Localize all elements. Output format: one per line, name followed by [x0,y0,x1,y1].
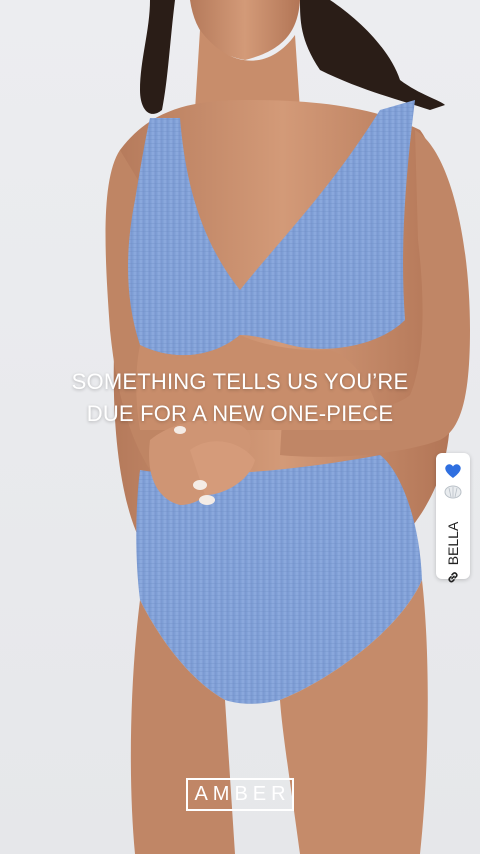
brand-logo: AMBER [186,778,294,811]
headline-line-2: DUE FOR A NEW ONE-PIECE [86,401,394,426]
product-tag-text: BELLA [445,522,461,585]
story-frame: SOMETHING TELLS US YOU’RE DUE FOR A NEW … [0,0,480,854]
product-tag-label: BELLA [445,521,461,566]
headline: SOMETHING TELLS US YOU’RE DUE FOR A NEW … [0,366,480,430]
shell-icon [444,485,462,499]
blue-heart-icon [445,464,461,478]
product-tag[interactable]: BELLA [436,453,470,583]
link-icon [448,572,458,583]
headline-line-1: SOMETHING TELLS US YOU’RE [71,369,409,394]
